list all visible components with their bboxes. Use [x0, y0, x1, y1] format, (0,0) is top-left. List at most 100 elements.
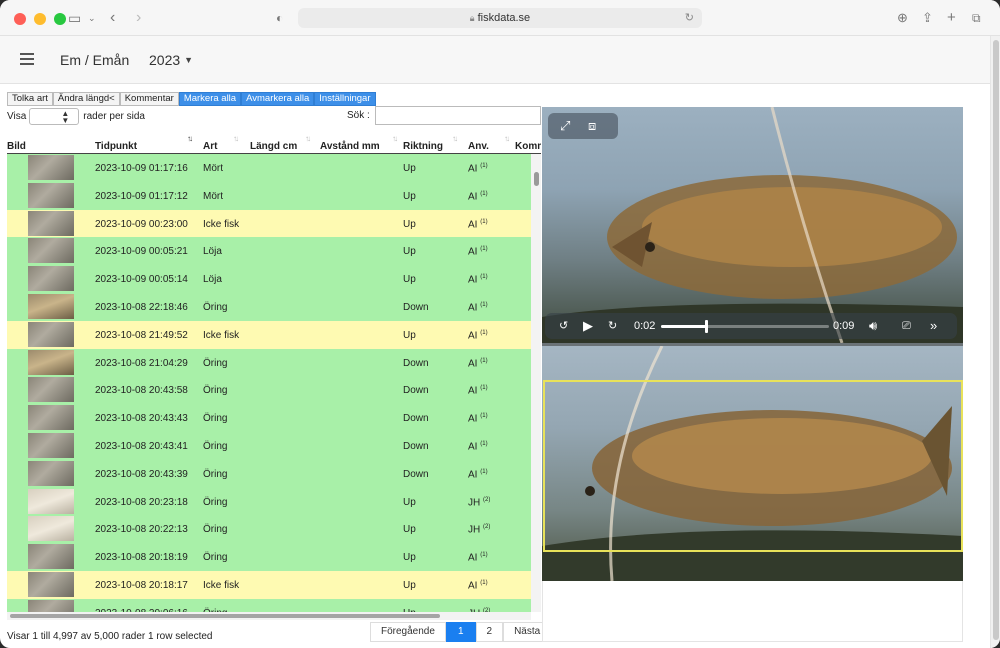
- row-thumbnail[interactable]: [28, 544, 74, 570]
- table-row[interactable]: 2023-10-08 20:22:13 Öring Up JH (2): [7, 515, 531, 544]
- video-scrubber[interactable]: [705, 320, 709, 333]
- markera-alla-button[interactable]: Markera alla: [178, 92, 242, 106]
- row-thumbnail[interactable]: [28, 210, 74, 236]
- row-thumbnail[interactable]: [28, 182, 74, 208]
- table-row[interactable]: 2023-10-08 20:43:41 Öring Down AI (1): [7, 431, 531, 460]
- page-scrollbar[interactable]: [990, 36, 1000, 648]
- column-header[interactable]: Art: [203, 141, 217, 152]
- table-row[interactable]: 2023-10-09 00:23:00 Icke fisk Up AI (1): [7, 209, 531, 238]
- row-thumbnail[interactable]: [28, 432, 74, 458]
- minimize-window-button[interactable]: [34, 13, 46, 25]
- column-header[interactable]: Längd cm: [250, 141, 297, 152]
- row-thumbnail[interactable]: [28, 293, 74, 319]
- table-row[interactable]: 2023-10-09 00:05:21 Löja Up AI (1): [7, 237, 531, 266]
- table-row[interactable]: 2023-10-08 22:18:46 Öring Down AI (1): [7, 292, 531, 321]
- table-row[interactable]: 2023-10-08 21:04:29 Öring Down AI (1): [7, 348, 531, 377]
- rows-per-page-select[interactable]: ▲ ▼: [29, 108, 80, 125]
- column-header[interactable]: Komm: [515, 141, 541, 152]
- airplay-icon[interactable]: ⎚: [902, 313, 911, 339]
- table-row[interactable]: 2023-10-08 20:43:39 Öring Down AI (1): [7, 459, 531, 488]
- row-thumbnail[interactable]: [28, 238, 74, 264]
- download-icon[interactable]: ⊕: [897, 9, 908, 27]
- kommentar-button[interactable]: Kommentar: [119, 92, 179, 106]
- table-row[interactable]: 2023-10-08 20:06:16ÖringUpJH (2): [7, 598, 531, 612]
- row-thumbnail[interactable]: [28, 405, 74, 431]
- table-row[interactable]: 2023-10-09 01:17:12 Mört Up AI (1): [7, 181, 531, 210]
- sort-icon[interactable]: ↑↓: [452, 134, 458, 143]
- fullscreen-icon[interactable]: ⤢: [560, 113, 570, 139]
- page-button-2[interactable]: 2: [475, 622, 504, 642]
- table-row[interactable]: 2023-10-08 20:23:18 Öring Up JH (2): [7, 487, 531, 516]
- column-header[interactable]: Anv.: [468, 141, 489, 152]
- table-row[interactable]: 2023-10-09 01:17:16 Mört Up AI (1): [7, 154, 531, 182]
- skip-back-icon[interactable]: ↺: [559, 313, 568, 339]
- row-thumbnail[interactable]: [28, 377, 74, 403]
- close-window-button[interactable]: [14, 13, 26, 25]
- video-progress-bar[interactable]: [661, 320, 829, 333]
- row-thumbnail[interactable]: [28, 599, 74, 612]
- sort-icon[interactable]: ↑↓: [504, 134, 510, 143]
- table-row[interactable]: 2023-10-09 00:05:14 Löja Up AI (1): [7, 265, 531, 293]
- row-thumbnail[interactable]: [28, 516, 74, 542]
- menu-icon[interactable]: [20, 53, 34, 65]
- table-horizontal-scrollbar-thumb[interactable]: [10, 614, 440, 618]
- zoom-window-button[interactable]: [54, 13, 66, 25]
- column-header[interactable]: Riktning: [403, 141, 443, 152]
- column-header[interactable]: Avstånd mm: [320, 141, 380, 152]
- new-tab-icon[interactable]: +: [947, 9, 956, 27]
- search-input[interactable]: [375, 106, 541, 125]
- cell-user: AI (1): [468, 246, 488, 257]
- forward-icon[interactable]: ›: [136, 9, 141, 27]
- row-thumbnail[interactable]: [28, 488, 74, 514]
- address-bar[interactable]: 🔒︎ fiskdata.se ↻: [298, 8, 702, 28]
- chevron-down-icon[interactable]: ⌄: [88, 9, 96, 27]
- table-scrollbar-thumb[interactable]: [534, 172, 539, 186]
- back-icon[interactable]: ‹: [110, 9, 115, 27]
- row-thumbnail[interactable]: [28, 460, 74, 486]
- table-row[interactable]: 2023-10-08 20:18:17 Icke fisk Up AI (1): [7, 570, 531, 599]
- video-player[interactable]: [542, 107, 963, 343]
- row-thumbnail[interactable]: [28, 349, 74, 375]
- tab-overview-icon[interactable]: ⧉: [972, 9, 981, 27]
- sort-icon[interactable]: ↑↓: [305, 134, 311, 143]
- previous-page-button[interactable]: Föregående: [370, 622, 446, 642]
- sidebar-toggle-icon[interactable]: ▭: [68, 9, 81, 27]
- row-thumbnail[interactable]: [28, 321, 74, 347]
- cell-user: AI (1): [468, 385, 488, 396]
- cell-user-value: AI: [468, 302, 478, 314]
- page-scrollbar-thumb[interactable]: [993, 40, 999, 640]
- row-thumbnail[interactable]: [28, 571, 74, 597]
- more-controls-icon[interactable]: »: [930, 313, 937, 339]
- andra-langd-button[interactable]: Ändra längd<: [52, 92, 120, 106]
- play-icon[interactable]: ▶: [583, 313, 593, 339]
- row-thumbnail[interactable]: [28, 155, 74, 180]
- table-row[interactable]: 2023-10-08 20:43:43 Öring Down AI (1): [7, 404, 531, 432]
- share-icon[interactable]: ⇪: [922, 9, 933, 27]
- sort-icon[interactable]: ↑↓: [392, 134, 398, 143]
- cell-time: 2023-10-08 20:23:18: [95, 496, 188, 508]
- sort-icon[interactable]: ↑↓: [233, 134, 239, 143]
- cell-direction: Down: [403, 468, 429, 480]
- table-horizontal-scrollbar[interactable]: [7, 612, 531, 620]
- privacy-shield-icon[interactable]: ◐: [276, 9, 283, 27]
- cell-direction: Up: [403, 329, 416, 341]
- reload-icon[interactable]: ↻: [685, 8, 694, 28]
- table-row[interactable]: 2023-10-08 21:49:52 Icke fisk Up AI (1): [7, 320, 531, 349]
- column-header[interactable]: Bild: [7, 141, 26, 152]
- lock-icon: 🔒︎: [469, 13, 475, 23]
- cell-user: AI (1): [468, 413, 488, 424]
- tolka-art-button[interactable]: Tolka art: [7, 92, 53, 106]
- page-button-1[interactable]: 1: [445, 622, 476, 642]
- avmarkera-alla-button[interactable]: Avmarkera alla: [241, 92, 315, 106]
- installningar-button[interactable]: Inställningar: [314, 92, 376, 106]
- skip-forward-icon[interactable]: ↻: [608, 313, 617, 339]
- picture-in-picture-icon[interactable]: ⧈: [588, 113, 596, 139]
- table-row[interactable]: 2023-10-08 20:43:58 Öring Down AI (1): [7, 376, 531, 405]
- column-header[interactable]: Tidpunkt: [95, 141, 137, 152]
- table-row[interactable]: 2023-10-08 20:18:19 Öring Up AI (1): [7, 543, 531, 571]
- year-dropdown[interactable]: 2023 ▼: [149, 52, 193, 68]
- row-thumbnail[interactable]: [28, 266, 74, 292]
- volume-icon[interactable]: 🔊︎: [869, 313, 877, 339]
- sort-icon[interactable]: ↑↓: [187, 134, 193, 143]
- table-scrollbar[interactable]: [531, 154, 541, 612]
